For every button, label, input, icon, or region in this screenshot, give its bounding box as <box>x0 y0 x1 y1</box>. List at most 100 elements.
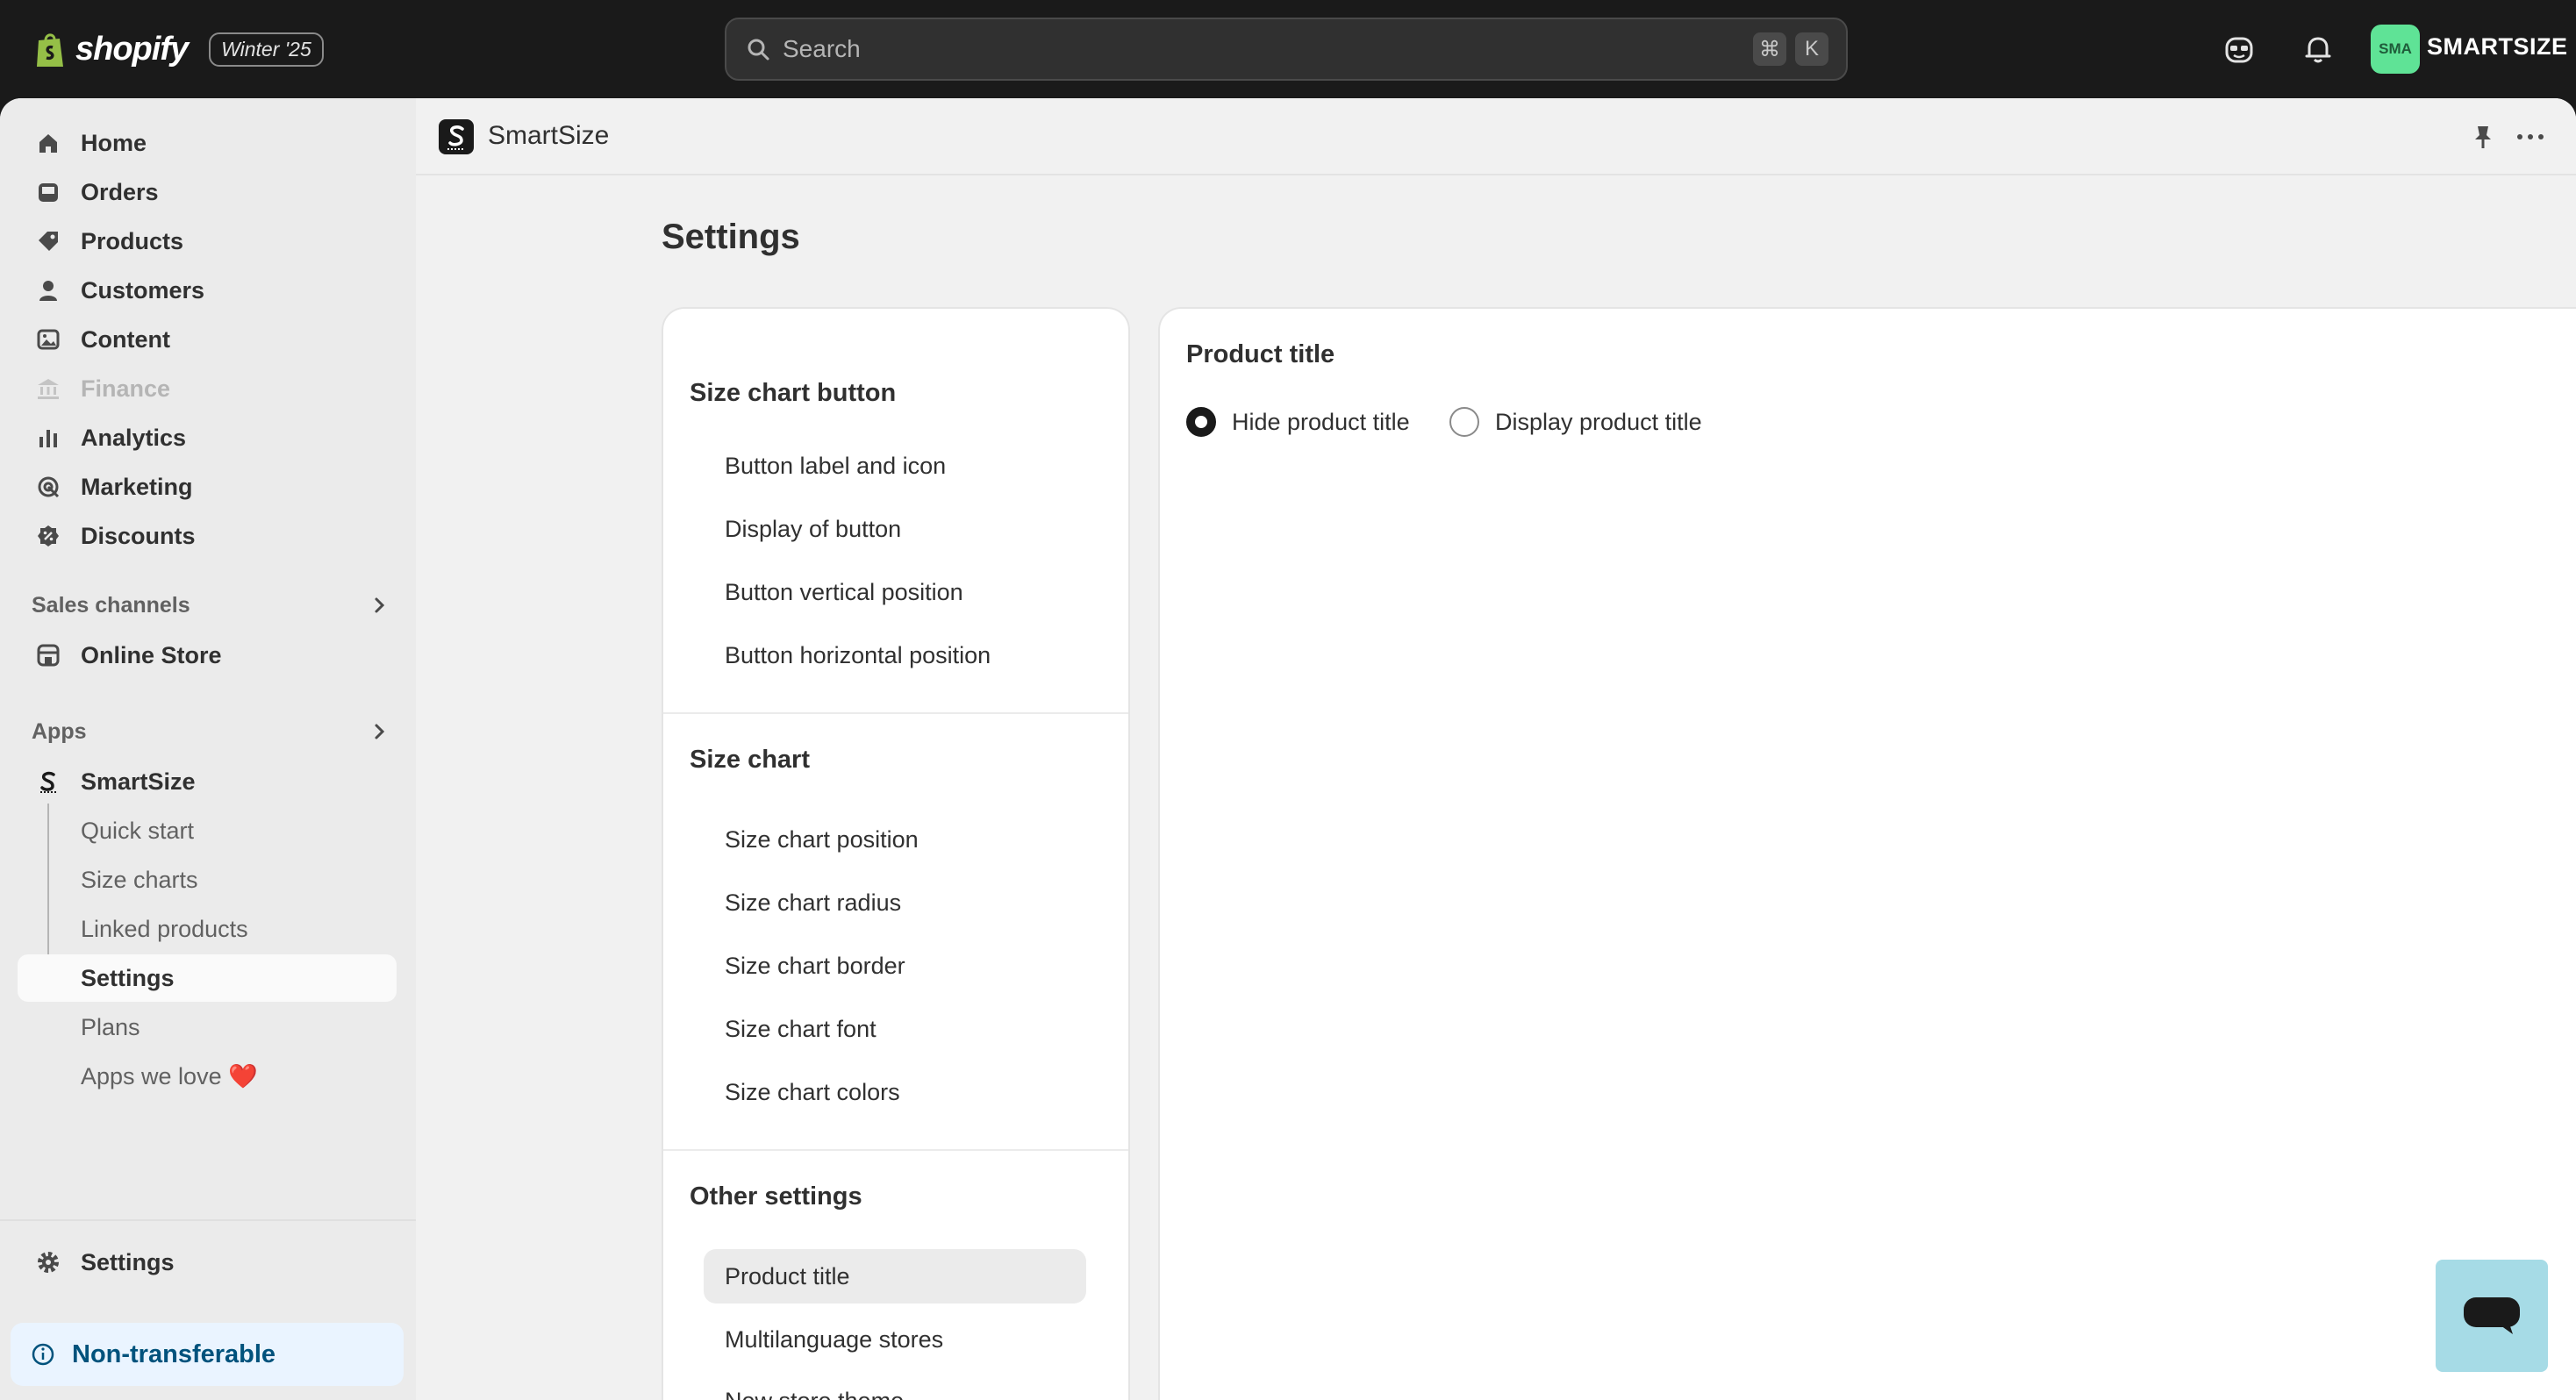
edition-badge[interactable]: Winter '25 <box>209 32 324 67</box>
product-title-settings-card: Product title Hide product title Display… <box>1160 309 2576 1400</box>
nav-smartsize-label: SmartSize <box>81 768 196 795</box>
more-actions-icon[interactable] <box>2513 121 2548 153</box>
menu-link-label: Product title <box>725 1262 850 1289</box>
menu-link-label: Size chart border <box>725 952 905 979</box>
sales-channels-label: Sales channels <box>32 592 190 618</box>
pin-icon[interactable] <box>2467 121 2499 153</box>
shortcut-key-k: K <box>1795 32 1828 66</box>
shortcut-key-cmd: ⌘ <box>1753 32 1786 66</box>
nav-content[interactable]: Content <box>18 316 397 363</box>
nav-discounts[interactable]: Discounts <box>18 512 397 560</box>
store-icon <box>37 644 60 667</box>
nav-app-settings-label: Settings <box>81 964 175 991</box>
radio-button-checked[interactable] <box>1186 407 1216 437</box>
notification-bell-icon[interactable] <box>2301 32 2336 67</box>
menu-link-size-chart-radius[interactable]: Size chart radius <box>704 875 1086 930</box>
tag-icon <box>39 232 58 251</box>
store-avatar[interactable]: SMA <box>2371 25 2420 74</box>
admin-frame: Home Orders Products Customers Content F… <box>0 98 2576 1400</box>
search-input[interactable] <box>783 35 1744 63</box>
chat-button[interactable] <box>2436 1260 2548 1372</box>
menu-link-multilanguage-stores[interactable]: Multilanguage stores <box>704 1312 1086 1367</box>
smartsize-app-icon <box>439 119 474 154</box>
menu-link-size-chart-border[interactable]: Size chart border <box>704 939 1086 993</box>
menu-link-size-chart-colors[interactable]: Size chart colors <box>704 1065 1086 1119</box>
nav-plans[interactable]: Plans <box>18 1004 397 1051</box>
inbox-icon <box>39 183 58 202</box>
nav-customers-label: Customers <box>81 276 205 304</box>
main-content: SmartSize Settings Size chart button But… <box>416 98 2576 1400</box>
menu-divider <box>663 1149 1128 1151</box>
group-title-size-chart: Size chart <box>690 746 810 774</box>
store-name[interactable]: SMARTSIZE <box>2427 33 2568 61</box>
nav-analytics-label: Analytics <box>81 424 187 451</box>
nav-customers[interactable]: Customers <box>18 267 397 314</box>
menu-link-label: New store theme <box>725 1388 904 1400</box>
sales-channels-header[interactable]: Sales channels <box>32 588 391 623</box>
nav-marketing-label: Marketing <box>81 473 193 500</box>
person-icon <box>39 281 57 301</box>
nav-smartsize-app[interactable]: SmartSize <box>18 758 397 805</box>
chevron-right-icon <box>375 597 385 613</box>
radio-display-product-title[interactable]: Display product title <box>1449 407 1702 437</box>
app-title: SmartSize <box>488 121 610 150</box>
nav-discounts-label: Discounts <box>81 522 196 549</box>
nav-quick-start[interactable]: Quick start <box>18 807 397 854</box>
menu-link-label: Button label and icon <box>725 452 947 479</box>
menu-link-label: Size chart colors <box>725 1078 900 1105</box>
chevron-right-icon <box>375 724 385 739</box>
home-icon <box>39 134 57 153</box>
shopify-logo[interactable]: shopify Winter '25 <box>33 26 324 72</box>
menu-link-display-of-button[interactable]: Display of button <box>704 502 1086 556</box>
sidebar: Home Orders Products Customers Content F… <box>0 98 416 1400</box>
search-bar[interactable]: ⌘ K <box>725 18 1848 81</box>
group-title-other-settings: Other settings <box>690 1182 862 1211</box>
page-title: Settings <box>662 218 800 256</box>
nav-finance-label: Finance <box>81 375 171 402</box>
nav-analytics[interactable]: Analytics <box>18 414 397 461</box>
menu-link-button-label-and-icon[interactable]: Button label and icon <box>704 439 1086 493</box>
nav-home-label: Home <box>81 129 147 156</box>
nav-settings-label: Settings <box>81 1248 175 1275</box>
nav-online-store[interactable]: Online Store <box>18 632 397 679</box>
nav-size-charts[interactable]: Size charts <box>18 856 397 904</box>
menu-link-product-title[interactable]: Product title <box>704 1249 1086 1304</box>
bar-chart-icon <box>39 430 57 447</box>
non-transferable-banner[interactable]: Non-transferable <box>11 1323 404 1386</box>
menu-link-size-chart-position[interactable]: Size chart position <box>704 812 1086 867</box>
nav-settings[interactable]: Settings <box>18 1239 397 1286</box>
menu-link-label: Size chart radius <box>725 889 902 916</box>
top-bar: shopify Winter '25 ⌘ K SMA SMARTSIZE <box>0 0 2576 98</box>
non-transferable-label: Non-transferable <box>72 1339 276 1368</box>
menu-link-label: Size chart font <box>725 1015 877 1042</box>
nav-size-charts-label: Size charts <box>81 866 198 893</box>
apps-header[interactable]: Apps <box>32 714 391 749</box>
sidekick-icon[interactable] <box>2222 32 2257 67</box>
nav-products[interactable]: Products <box>18 218 397 265</box>
nav-apps-we-love-label: Apps we love ❤️ <box>81 1063 258 1089</box>
app-header: SmartSize <box>416 98 2576 175</box>
nav-orders[interactable]: Orders <box>18 168 397 216</box>
nav-marketing[interactable]: Marketing <box>18 463 397 511</box>
nav-linked-products[interactable]: Linked products <box>18 905 397 953</box>
nav-home[interactable]: Home <box>18 119 397 167</box>
menu-divider <box>663 712 1128 714</box>
nav-app-settings[interactable]: Settings <box>18 954 397 1002</box>
nav-quick-start-label: Quick start <box>81 817 195 844</box>
menu-link-label: Display of button <box>725 515 902 542</box>
menu-link-size-chart-font[interactable]: Size chart font <box>704 1002 1086 1056</box>
menu-link-label: Multilanguage stores <box>725 1325 944 1353</box>
nav-orders-label: Orders <box>81 178 159 205</box>
nav-finance: Finance <box>18 365 397 412</box>
menu-link-label: Size chart position <box>725 825 919 853</box>
menu-link-new-store-theme[interactable]: New store theme <box>704 1374 1086 1400</box>
nav-apps-we-love[interactable]: Apps we love ❤️ <box>18 1053 397 1100</box>
radio-button-unchecked[interactable] <box>1449 407 1479 437</box>
menu-link-button-vertical-position[interactable]: Button vertical position <box>704 565 1086 619</box>
nav-linked-products-label: Linked products <box>81 915 248 942</box>
radio-hide-product-title[interactable]: Hide product title <box>1186 407 1410 437</box>
nav-plans-label: Plans <box>81 1013 140 1040</box>
info-icon <box>32 1343 54 1366</box>
menu-link-button-horizontal-position[interactable]: Button horizontal position <box>704 628 1086 682</box>
gear-icon <box>38 1252 59 1273</box>
